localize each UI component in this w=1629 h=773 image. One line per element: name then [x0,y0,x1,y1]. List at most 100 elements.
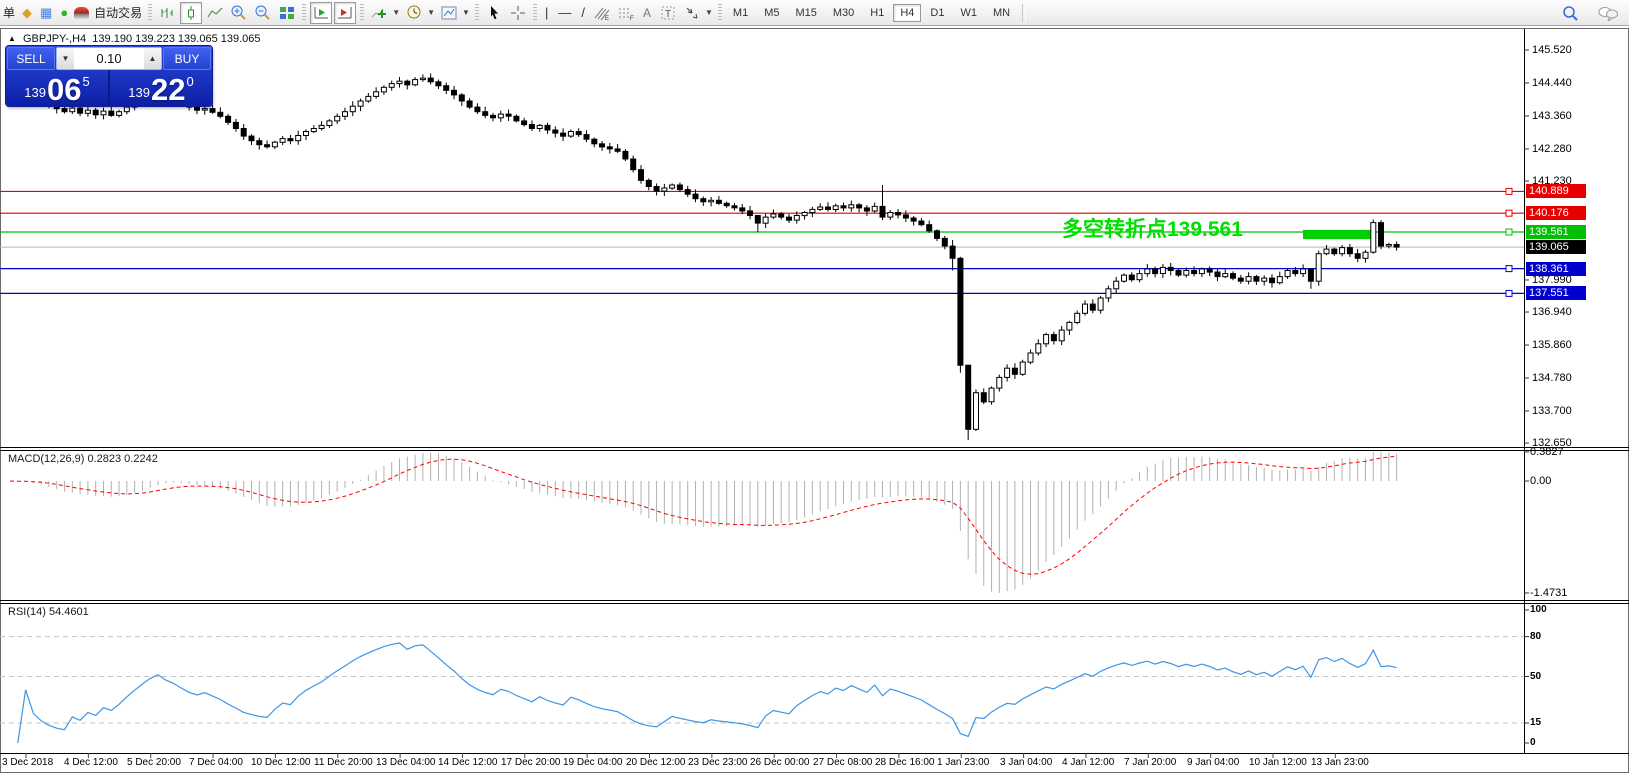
volume-input[interactable] [74,48,144,69]
charts-window-icon[interactable]: ▦ [36,6,56,19]
time-axis-label: 9 Jan 04:00 [1187,757,1239,768]
auto-scroll-button[interactable] [310,2,332,24]
buy-price-display[interactable]: 139 22 0 [110,70,212,106]
text-label-tool[interactable]: T [657,2,679,24]
timeframe-d1[interactable]: D1 [923,4,951,22]
toolbar-separator [1022,4,1026,22]
time-axis-label: 28 Dec 16:00 [875,757,935,768]
rsi-indicator-label: RSI(14) 54.4601 [8,606,89,618]
svg-text:F: F [630,16,634,21]
bar-chart-button[interactable] [156,2,178,24]
zoom-in-button[interactable] [228,2,250,24]
buy-button[interactable]: BUY [163,47,211,70]
rsi-axis-tick: 80 [1530,631,1541,642]
hline-handle[interactable] [1506,188,1512,194]
toolbar-grip [302,4,306,22]
hline-handle[interactable] [1506,290,1512,296]
tile-windows-button[interactable] [276,2,298,24]
sell-button[interactable]: SELL [7,47,55,70]
history-center-icon[interactable]: ◆ [18,6,36,19]
macd-indicator-label: MACD(12,26,9) 0.2823 0.2242 [8,453,158,465]
time-axis-label: 20 Dec 12:00 [626,757,686,768]
macd-axis-tick: 0.00 [1530,475,1551,487]
templates-button[interactable] [438,2,460,24]
timeframe-m5[interactable]: M5 [757,4,786,22]
hline-price-label: 137.551 [1526,286,1586,300]
search-icon[interactable] [1559,2,1581,24]
price-axis-tick: 137.990 [1532,274,1572,286]
toolbar-grip [718,4,722,22]
time-axis-label: 4 Dec 12:00 [64,757,118,768]
collapse-triangle-icon[interactable]: ▲ [8,34,16,43]
toolbar-grip [475,4,479,22]
trendline-tool[interactable]: / [576,5,590,20]
time-axis-label: 3 Jan 04:00 [1000,757,1052,768]
time-axis-label: 13 Jan 23:00 [1311,757,1369,768]
channel-tool[interactable]: E [591,2,613,24]
rsi-axis-tick: 0 [1530,737,1536,748]
sell-price-pip: 5 [82,74,89,89]
green-zone-rectangle[interactable] [1303,230,1375,239]
time-axis-label: 23 Dec 23:00 [688,757,748,768]
periods-button[interactable] [403,2,425,24]
sell-price-base: 139 [24,85,46,100]
time-axis-label: 27 Dec 08:00 [813,757,873,768]
chart-shift-button[interactable] [334,2,356,24]
text-tool[interactable]: A [638,6,656,20]
autotrade-icon [74,7,89,19]
time-axis-label: 7 Dec 04:00 [189,757,243,768]
hline-price-label: 140.176 [1526,206,1586,220]
chart-canvas[interactable] [0,0,1629,772]
horizontal-line-tool[interactable]: — [553,5,576,20]
autotrade-button[interactable]: 自动交易 [91,4,145,21]
ohlc-values: 139.190 139.223 139.065 139.065 [92,33,260,45]
pivot-annotation-text[interactable]: 多空转折点139.561 [1062,213,1243,243]
toolbar: 单 ◆ ▦ ● 自动交易 [0,0,1629,26]
toolbar-grip [148,4,152,22]
macd-axis-tick: -1.4731 [1530,587,1567,599]
svg-text:T: T [665,9,671,20]
hline-handle[interactable] [1506,210,1512,216]
buy-price-big: 22 [151,77,185,103]
volume-increase-button[interactable]: ▲ [144,48,161,69]
templates-dropdown-caret[interactable]: ▼ [461,8,472,17]
new-order-button[interactable]: 单 [0,4,18,21]
signals-icon[interactable]: ● [56,6,72,19]
vertical-line-tool[interactable]: | [540,5,553,20]
price-axis-tick: 144.440 [1532,77,1572,89]
rsi-line [18,643,1397,743]
price-axis-tick: 136.940 [1532,306,1572,318]
fibonacci-tool[interactable]: F [615,2,637,24]
hline-handle[interactable] [1506,266,1512,272]
volume-decrease-button[interactable]: ▼ [57,48,74,69]
candlestick-chart-button[interactable] [180,2,202,24]
line-chart-button[interactable] [204,2,226,24]
crosshair-button[interactable] [507,2,529,24]
price-axis-tick: 134.780 [1532,372,1572,384]
timeframe-h1[interactable]: H1 [863,4,891,22]
sell-price-display[interactable]: 139 06 5 [6,70,110,106]
time-axis-label: 3 Dec 2018 [2,757,53,768]
timeframe-m30[interactable]: M30 [826,4,861,22]
symbol-period-label: GBPJPY-,H4 [23,33,86,45]
buy-price-base: 139 [128,85,150,100]
price-axis-tick: 141.230 [1532,175,1572,187]
hline-handle[interactable] [1506,229,1512,235]
indicators-button[interactable] [368,2,390,24]
chart-title-ohlc: ▲ GBPJPY-,H4 139.190 139.223 139.065 139… [8,33,261,45]
timeframe-mn[interactable]: MN [986,4,1017,22]
timeframe-m1[interactable]: M1 [726,4,755,22]
toolbar-grip [533,4,537,22]
arrows-dropdown-caret[interactable]: ▼ [704,8,715,17]
timeframe-w1[interactable]: W1 [953,4,984,22]
indicators-dropdown-caret[interactable]: ▼ [391,8,402,17]
cursor-button[interactable] [483,2,505,24]
timeframe-h4[interactable]: H4 [893,4,921,22]
periods-dropdown-caret[interactable]: ▼ [426,8,437,17]
one-click-trading-panel: SELL ▼ ▲ BUY 139 06 5 139 22 0 [6,46,212,106]
arrows-tool[interactable] [681,2,703,24]
time-axis-label: 1 Jan 23:00 [937,757,989,768]
zoom-out-button[interactable] [252,2,274,24]
chat-icon[interactable] [1596,2,1620,24]
timeframe-m15[interactable]: M15 [788,4,823,22]
